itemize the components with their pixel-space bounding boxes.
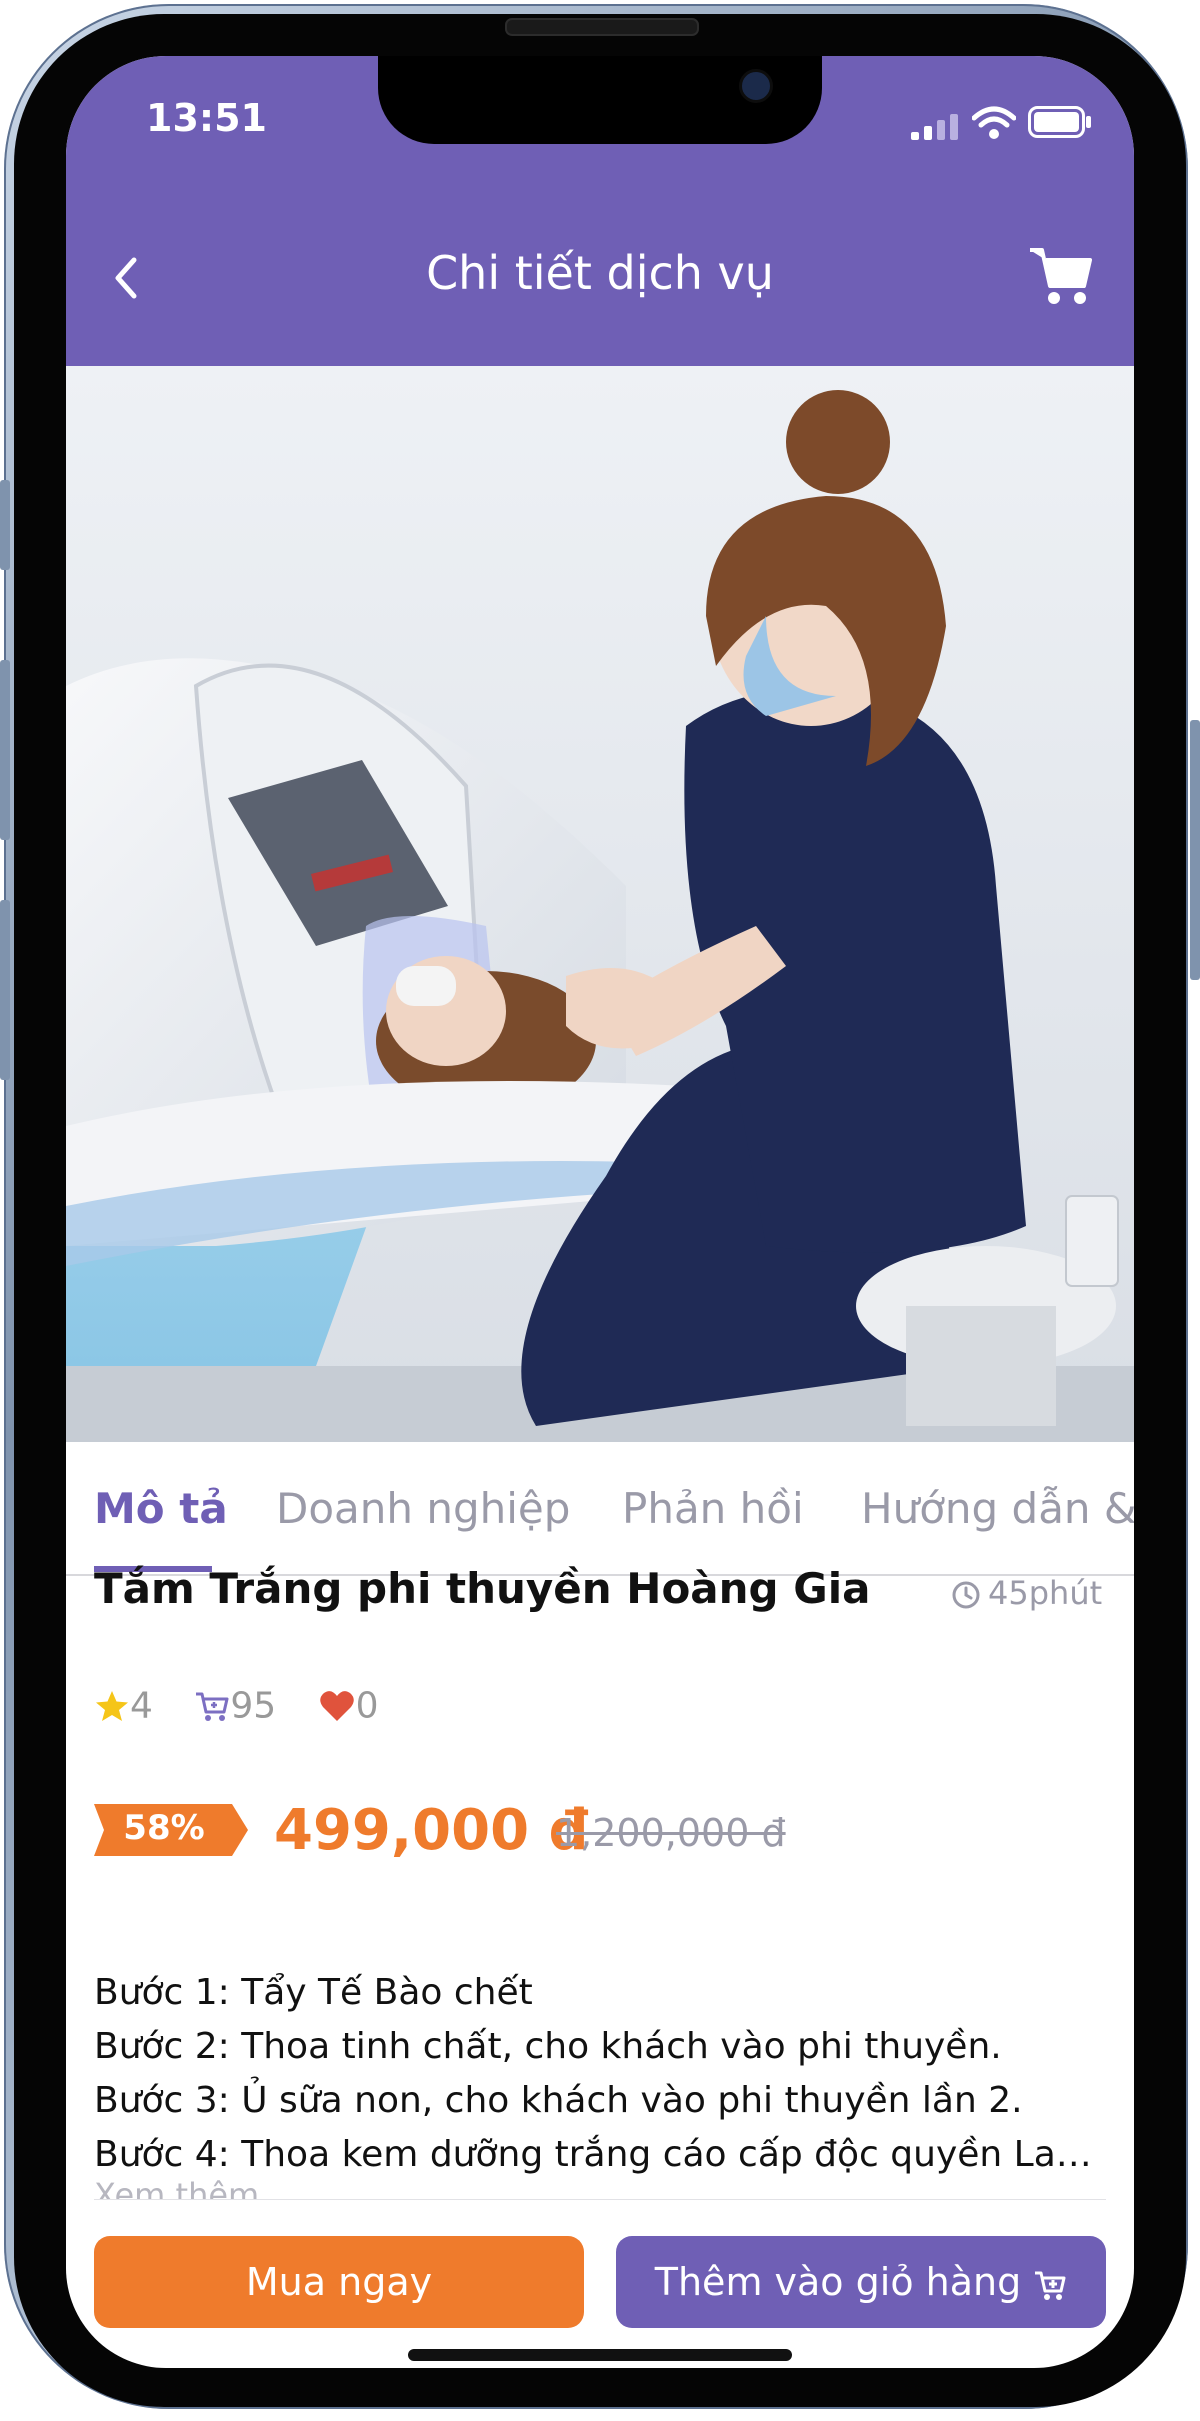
description-step: Bước 3: Ủ sữa non, cho khách vào phi thu… [94,2080,1023,2121]
page-title: Chi tiết dịch vụ [426,246,774,300]
heart-icon[interactable] [318,1688,356,1724]
divider [94,2199,1106,2200]
signal-icon [911,114,958,140]
like-count: 0 [355,1685,379,1727]
side-button [1190,720,1200,980]
tab-bar: Mô tả Doanh nghiệp Phản hồi Hướng dẫn & [66,1442,1134,1576]
description-step: Bước 1: Tẩy Tế Bào chết [94,1972,533,2013]
clock-icon [952,1581,980,1609]
service-hero-image [66,366,1134,1442]
header-bar: Chi tiết dịch vụ [66,196,1134,366]
cart-add-icon [1035,2271,1066,2300]
home-indicator[interactable] [408,2349,792,2361]
service-name: Tắm Trắng phi thuyền Hoàng Gia [94,1564,871,1613]
status-bar: 13:51 [66,56,1134,196]
service-description: Bước 1: Tẩy Tế Bào chết Bước 2: Thoa tin… [94,1966,1104,2182]
wifi-icon [972,106,1016,139]
tab-feedback[interactable]: Phản hồi [622,1484,804,1533]
battery-icon [1028,106,1091,138]
service-stats: 4 95 0 [94,1684,379,1727]
current-price: 499,000 đ [274,1798,589,1863]
tab-description[interactable]: Mô tả [94,1484,228,1533]
star-icon [96,1691,128,1721]
add-to-cart-button[interactable]: Thêm vào giỏ hàng [616,2236,1106,2328]
notch [378,56,822,144]
duration-text: 45phút [988,1574,1103,1612]
side-button [0,900,10,1080]
side-button [0,480,10,570]
side-button [0,660,10,840]
tab-guide[interactable]: Hướng dẫn & [861,1484,1134,1533]
description-step: Bước 2: Thoa tinh chất, cho khách vào ph… [94,2026,1002,2067]
add-to-cart-label: Thêm vào giỏ hàng [654,2260,1022,2304]
purchase-count: 95 [230,1685,277,1727]
description-step: Bước 4: Thoa kem dưỡng trắng cáo cấp độc… [94,2134,1104,2175]
buy-now-button[interactable]: Mua ngay [94,2236,584,2328]
cart-icon[interactable] [1026,240,1096,310]
service-duration: 45phút [950,1574,1102,1612]
camera-icon [739,69,773,103]
status-time: 13:51 [146,96,267,140]
speaker-grille [505,18,699,36]
discount-percent: 58% [123,1808,205,1848]
cart-purchases-icon [196,1692,229,1721]
rating-value: 4 [130,1685,153,1727]
see-more-link[interactable]: Xem thêm [94,2176,259,2200]
original-price: 1,200,000 đ [556,1811,786,1855]
tab-business[interactable]: Doanh nghiệp [276,1484,570,1533]
screen: 13:51 Chi tiết dịch vụ Mô tả Doanh nghiệ… [66,56,1134,2368]
spa-photo-illustration [66,366,1134,1442]
